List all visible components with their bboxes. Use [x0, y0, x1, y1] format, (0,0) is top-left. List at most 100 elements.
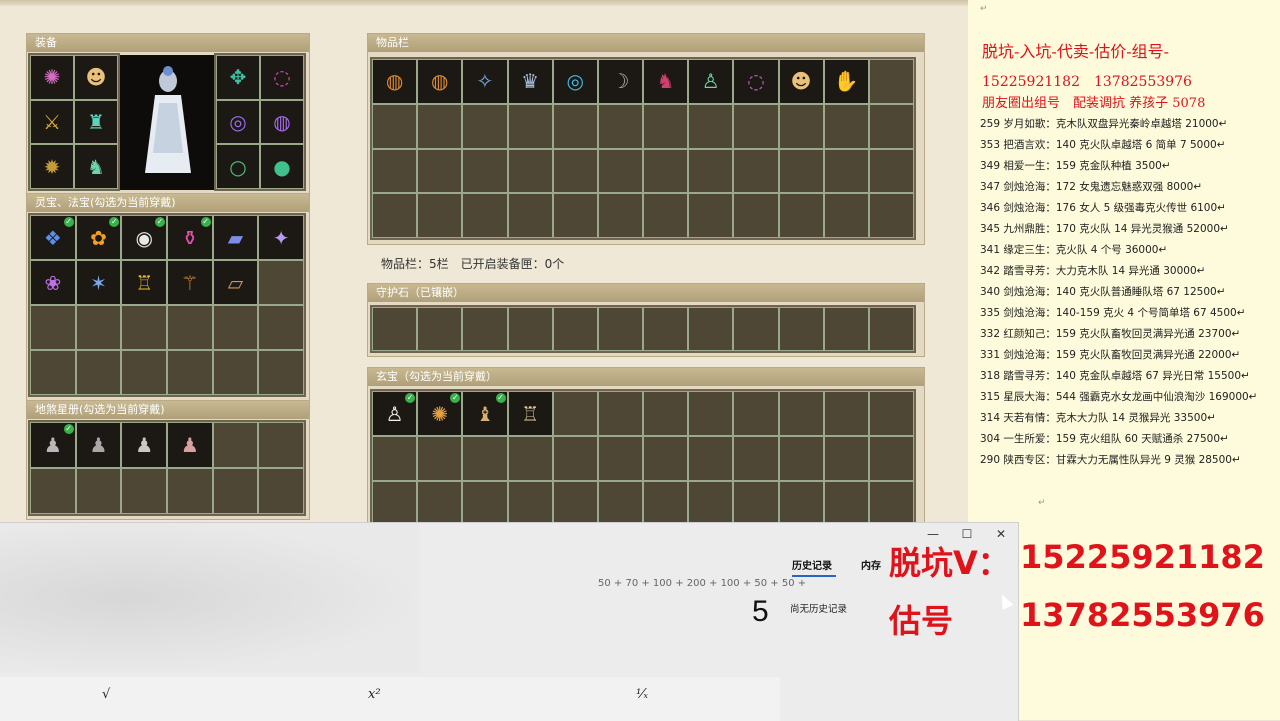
lingbao-slot[interactable]: ⚱ ✓: [167, 215, 213, 260]
empty-slot[interactable]: [417, 193, 463, 238]
empty-slot[interactable]: [75, 468, 122, 514]
xuanbao-slot[interactable]: ✺ ✓: [417, 391, 463, 436]
dishai-slot[interactable]: ♟ ✓: [30, 422, 76, 468]
tab-memory[interactable]: 内存: [861, 557, 881, 572]
empty-slot[interactable]: [688, 481, 734, 526]
empty-slot[interactable]: [597, 481, 643, 526]
empty-slot[interactable]: [643, 148, 689, 194]
check-icon[interactable]: ✓: [63, 217, 74, 227]
empty-slot[interactable]: [75, 305, 122, 350]
tab-history[interactable]: 历史记录: [792, 557, 832, 572]
empty-slot[interactable]: [868, 436, 914, 481]
inventory-slot[interactable]: ◍: [417, 59, 463, 104]
lingbao-slot[interactable]: ⚚: [167, 260, 213, 305]
empty-slot[interactable]: [167, 468, 213, 514]
empty-slot[interactable]: [372, 436, 418, 481]
dishai-slot[interactable]: ♟: [75, 422, 122, 468]
inventory-slot[interactable]: ◍: [372, 59, 418, 104]
inventory-slot[interactable]: ♞: [643, 59, 689, 104]
empty-slot[interactable]: [258, 260, 304, 305]
empty-slot[interactable]: [552, 307, 598, 351]
check-icon[interactable]: ✓: [63, 424, 74, 434]
lingbao-slot[interactable]: ▱: [212, 260, 259, 305]
empty-slot[interactable]: [688, 436, 734, 481]
empty-slot[interactable]: [212, 422, 259, 468]
inventory-slot[interactable]: ✋: [823, 59, 869, 104]
empty-slot[interactable]: [552, 103, 598, 149]
lingbao-slot[interactable]: ✿ ✓: [75, 215, 122, 260]
empty-slot[interactable]: [868, 193, 914, 238]
empty-slot[interactable]: [372, 193, 418, 238]
empty-slot[interactable]: [868, 481, 914, 526]
empty-slot[interactable]: [417, 481, 463, 526]
empty-slot[interactable]: [167, 305, 213, 350]
xuanbao-slot[interactable]: ♝ ✓: [462, 391, 508, 436]
empty-slot[interactable]: [507, 307, 553, 351]
empty-slot[interactable]: [823, 193, 869, 238]
check-icon[interactable]: ✓: [200, 217, 211, 227]
empty-slot[interactable]: [507, 103, 553, 149]
empty-slot[interactable]: [417, 307, 463, 351]
empty-slot[interactable]: [30, 305, 76, 350]
inventory-slot[interactable]: ♛: [507, 59, 553, 104]
empty-slot[interactable]: [30, 468, 76, 514]
empty-slot[interactable]: [778, 148, 824, 194]
dishai-slot[interactable]: ♟: [167, 422, 213, 468]
empty-slot[interactable]: [733, 307, 779, 351]
empty-slot[interactable]: [778, 307, 824, 351]
empty-slot[interactable]: [30, 350, 76, 395]
empty-slot[interactable]: [507, 193, 553, 238]
empty-slot[interactable]: [597, 307, 643, 351]
empty-slot[interactable]: [552, 481, 598, 526]
equip-slot[interactable]: ♞: [74, 144, 118, 189]
empty-slot[interactable]: [462, 307, 508, 351]
empty-slot[interactable]: [643, 391, 689, 436]
equip-slot[interactable]: ⚔: [30, 99, 74, 145]
empty-slot[interactable]: [733, 481, 779, 526]
empty-slot[interactable]: [507, 436, 553, 481]
empty-slot[interactable]: [597, 148, 643, 194]
inventory-slot[interactable]: ✧: [462, 59, 508, 104]
empty-slot[interactable]: [823, 481, 869, 526]
equip-slot[interactable]: ♜: [74, 99, 118, 145]
inventory-slot[interactable]: ☻: [778, 59, 824, 104]
check-icon[interactable]: ✓: [155, 217, 165, 227]
empty-slot[interactable]: [733, 391, 779, 436]
empty-slot[interactable]: [507, 481, 553, 526]
empty-slot[interactable]: [167, 350, 213, 395]
empty-slot[interactable]: [868, 59, 914, 104]
empty-slot[interactable]: [688, 307, 734, 351]
inventory-slot[interactable]: ☽: [597, 59, 643, 104]
equip-slot[interactable]: ☻: [74, 55, 118, 100]
empty-slot[interactable]: [258, 350, 304, 395]
empty-slot[interactable]: [258, 468, 304, 514]
empty-slot[interactable]: [597, 193, 643, 238]
empty-slot[interactable]: [372, 481, 418, 526]
empty-slot[interactable]: [212, 350, 259, 395]
lingbao-slot[interactable]: ◉ ✓: [121, 215, 167, 260]
lingbao-slot[interactable]: ❖ ✓: [30, 215, 76, 260]
empty-slot[interactable]: [643, 436, 689, 481]
empty-slot[interactable]: [121, 305, 167, 350]
empty-slot[interactable]: [643, 307, 689, 351]
empty-slot[interactable]: [212, 305, 259, 350]
equip-slot[interactable]: ◍: [260, 99, 304, 145]
empty-slot[interactable]: [121, 468, 167, 514]
empty-slot[interactable]: [688, 193, 734, 238]
equip-slot[interactable]: ◌: [260, 55, 304, 100]
empty-slot[interactable]: [823, 391, 869, 436]
lingbao-slot[interactable]: ❀: [30, 260, 76, 305]
empty-slot[interactable]: [823, 307, 869, 351]
empty-slot[interactable]: [597, 391, 643, 436]
empty-slot[interactable]: [372, 307, 418, 351]
empty-slot[interactable]: [552, 148, 598, 194]
empty-slot[interactable]: [778, 391, 824, 436]
empty-slot[interactable]: [372, 148, 418, 194]
empty-slot[interactable]: [597, 103, 643, 149]
empty-slot[interactable]: [643, 103, 689, 149]
equip-slot[interactable]: ○: [216, 144, 260, 189]
empty-slot[interactable]: [552, 436, 598, 481]
lingbao-slot[interactable]: ✶: [75, 260, 122, 305]
empty-slot[interactable]: [643, 481, 689, 526]
square-button[interactable]: x²: [368, 687, 381, 702]
